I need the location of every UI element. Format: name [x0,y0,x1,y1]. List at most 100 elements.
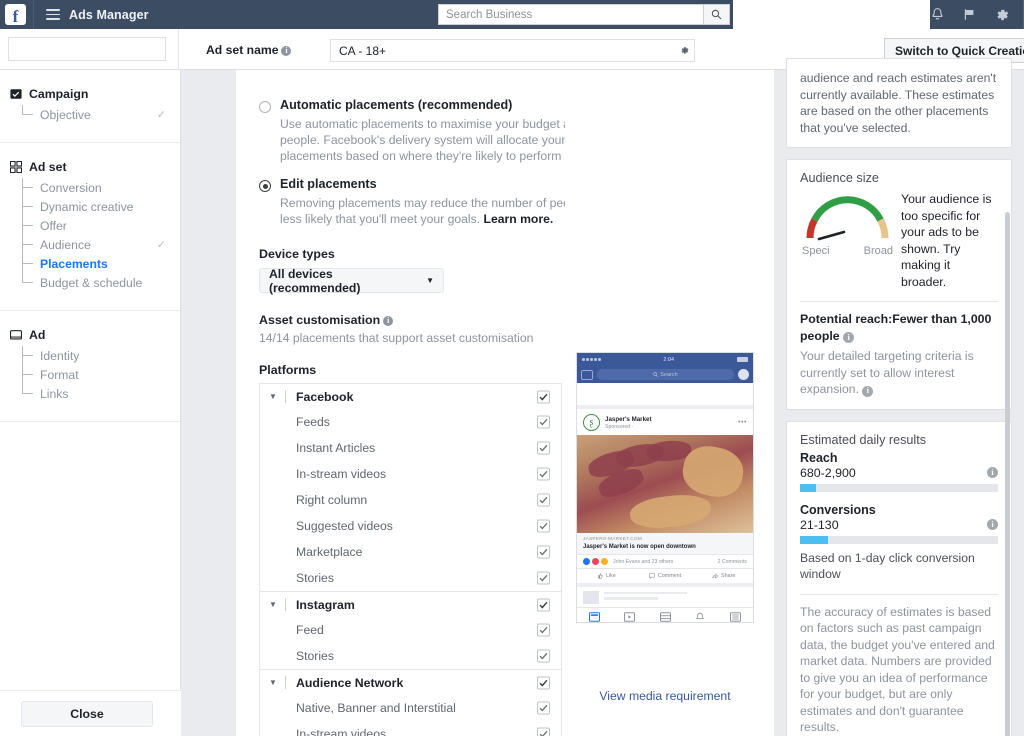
sidebar-item-links[interactable]: Links [0,384,180,403]
chevron-down-icon[interactable]: ▼ [269,678,285,687]
placement-checkbox[interactable] [537,728,550,736]
check-icon [539,444,548,453]
sidebar-group-adset-header[interactable]: Ad set [0,160,180,174]
sidebar-group-ad-header[interactable]: Ad [0,328,180,342]
hamburger-menu-icon[interactable] [46,9,60,20]
sidebar-group-campaign: Campaign Objective ✓ [0,70,180,143]
sidebar-group-campaign-header[interactable]: Campaign [0,87,180,101]
placement-row-feeds[interactable]: Feeds [260,409,561,435]
placement-checkbox[interactable] [537,416,550,429]
group-bar [285,390,286,403]
toolbar-separator [178,29,179,70]
adset-settings-gear-icon[interactable] [674,45,694,56]
info-icon[interactable]: i [987,467,998,478]
right-panel-scrollbar[interactable] [1005,212,1010,736]
gauge-chart [800,191,895,243]
placement-checkbox[interactable] [537,546,550,559]
info-icon[interactable]: i [383,316,393,326]
placement-checkbox[interactable] [537,624,550,637]
placement-checkbox[interactable] [537,494,550,507]
bell-icon[interactable] [929,6,946,23]
device-types-select[interactable]: All devices (recommended) ▼ [259,268,444,293]
info-icon[interactable]: i [862,386,873,397]
placeholder-lines [604,592,747,603]
placement-row-an-in-stream-videos[interactable]: In-stream videos [260,721,561,736]
info-icon[interactable]: i [843,332,854,343]
info-icon[interactable]: i [281,46,291,56]
placement-row-in-stream-videos[interactable]: In-stream videos [260,461,561,487]
placement-row-instagram-stories[interactable]: Stories [260,643,561,669]
ad-creative-image [577,435,753,533]
placement-row-instant-articles[interactable]: Instant Articles [260,435,561,461]
placement-checkbox[interactable] [537,650,550,663]
phone-search-field: Search [597,369,734,380]
placement-row-native-banner-interstitial[interactable]: Native, Banner and Interstitial [260,695,561,721]
topbar-divider [33,0,34,29]
platform-header-row[interactable]: ▼ Audience Network [260,670,561,695]
reaction-icons: John Evans and 23 others [583,558,673,565]
edit-learn-more-link[interactable]: Learn more. [484,212,554,226]
phone-preview-mockup: 2:04 Search ʂ Jasper's Market Sponsored … [576,352,754,623]
automatic-placements-radio[interactable] [259,101,271,113]
placement-label: Feed [296,623,324,637]
sidebar-group-adset: Ad set Conversion Dynamic creative Offer… [0,143,180,311]
facebook-logo[interactable]: f [5,4,26,25]
info-icon[interactable]: i [987,519,998,530]
sidebar-item-conversion[interactable]: Conversion [0,178,180,197]
sidebar-item-identity[interactable]: Identity [0,346,180,365]
placement-row-stories[interactable]: Stories [260,565,561,591]
targeting-note-text: Your detailed targeting criteria is curr… [800,349,974,396]
placement-row-marketplace[interactable]: Marketplace [260,539,561,565]
divider [800,594,998,595]
placement-row-suggested-videos[interactable]: Suggested videos [260,513,561,539]
sidebar-item-offer[interactable]: Offer [0,216,180,235]
estimated-daily-results-card: Estimated daily results Reach 680-2,900 … [786,421,1012,736]
edit-placements-radio[interactable] [259,180,271,192]
gear-icon[interactable] [993,6,1010,23]
platform-header-row[interactable]: ▼ Facebook [260,384,561,409]
sidebar-item-label: Objective [40,108,91,122]
placement-checkbox[interactable] [537,702,550,715]
sidebar-item-dynamic-creative[interactable]: Dynamic creative [0,197,180,216]
reach-progress-track [800,484,998,492]
search-button[interactable] [703,4,730,25]
sidebar-group-ad: Ad Identity Format Links [0,311,180,422]
platform-checkbox[interactable] [537,676,550,689]
placement-checkbox[interactable] [537,572,550,585]
phone-feed-spacer [577,383,753,409]
sidebar-item-budget-schedule[interactable]: Budget & schedule [0,273,180,292]
sidebar-item-placements[interactable]: Placements [0,254,180,273]
reach-metric-label: Reach [800,451,998,465]
gauge-axis-labels: Speci Broad [800,245,895,258]
sidebar-item-format[interactable]: Format [0,365,180,384]
placement-checkbox[interactable] [537,520,550,533]
sponsored-label: Sponsored · [605,424,738,430]
view-media-requirement-link[interactable]: View media requirement [565,689,765,703]
platform-checkbox[interactable] [537,598,550,611]
sidebar-item-objective[interactable]: Objective ✓ [0,105,180,124]
search-icon [653,372,658,377]
ads-manager-window: f Ads Manager [0,0,1024,736]
chevron-down-icon[interactable]: ▼ [269,392,285,401]
camera-icon [581,370,593,380]
sidebar-item-audience[interactable]: Audience ✓ [0,235,180,254]
sidebar-item-label: Audience [40,238,91,252]
placement-row-right-column[interactable]: Right column [260,487,561,513]
advertiser-name: Jasper's Market [605,416,738,423]
sidebar-item-label: Links [40,387,68,401]
chevron-down-icon[interactable]: ▼ [269,600,285,609]
placement-checkbox[interactable] [537,442,550,455]
placement-checkbox[interactable] [537,468,550,481]
close-button[interactable]: Close [21,701,153,727]
thumbs-up-icon [597,573,603,579]
platform-checkbox[interactable] [537,390,550,403]
tree-connector [22,105,38,124]
reach-progress-fill [800,484,816,492]
comment-button: Comment [636,573,695,579]
flag-icon[interactable] [961,6,978,23]
platform-header-row[interactable]: ▼ Instagram [260,592,561,617]
placement-row-instagram-feed[interactable]: Feed [260,617,561,643]
search-input[interactable] [438,4,703,25]
adset-name-field[interactable]: CA - 18+ [330,39,695,62]
account-search-input[interactable] [8,37,166,61]
